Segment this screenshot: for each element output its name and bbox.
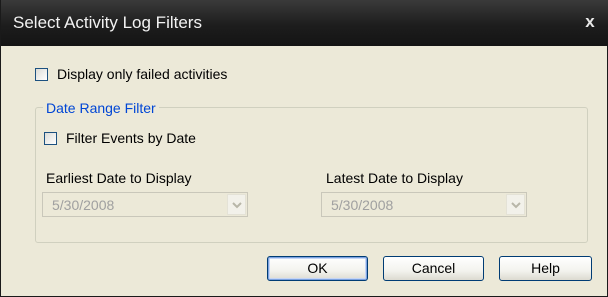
ok-button[interactable]: OK bbox=[267, 256, 368, 281]
chevron-down-icon[interactable] bbox=[506, 194, 525, 215]
dialog-body: Display only failed activities Date Rang… bbox=[9, 46, 600, 289]
date-range-group-label: Date Range Filter bbox=[43, 100, 159, 116]
earliest-date-label: Earliest Date to Display bbox=[46, 170, 192, 186]
earliest-date-value: 5/30/2008 bbox=[52, 197, 115, 213]
latest-date-dropdown[interactable]: 5/30/2008 bbox=[321, 192, 527, 217]
help-button[interactable]: Help bbox=[499, 256, 592, 281]
failed-only-checkbox[interactable] bbox=[35, 67, 48, 81]
window-title: Select Activity Log Filters bbox=[13, 13, 202, 32]
filter-by-date-label: Filter Events by Date bbox=[66, 130, 196, 146]
title-bar[interactable]: Select Activity Log Filters x bbox=[1, 0, 608, 46]
failed-only-option[interactable]: Display only failed activities bbox=[35, 66, 227, 82]
dialog-window: Select Activity Log Filters x Display on… bbox=[0, 0, 608, 297]
filter-by-date-option[interactable]: Filter Events by Date bbox=[44, 130, 196, 146]
chevron-down-icon[interactable] bbox=[227, 194, 246, 215]
failed-only-label: Display only failed activities bbox=[57, 66, 228, 82]
latest-date-label: Latest Date to Display bbox=[326, 170, 463, 186]
filter-by-date-checkbox[interactable] bbox=[44, 131, 57, 145]
cancel-button[interactable]: Cancel bbox=[383, 256, 484, 281]
close-icon[interactable]: x bbox=[579, 11, 601, 33]
earliest-date-dropdown[interactable]: 5/30/2008 bbox=[42, 192, 248, 217]
latest-date-value: 5/30/2008 bbox=[331, 197, 394, 213]
